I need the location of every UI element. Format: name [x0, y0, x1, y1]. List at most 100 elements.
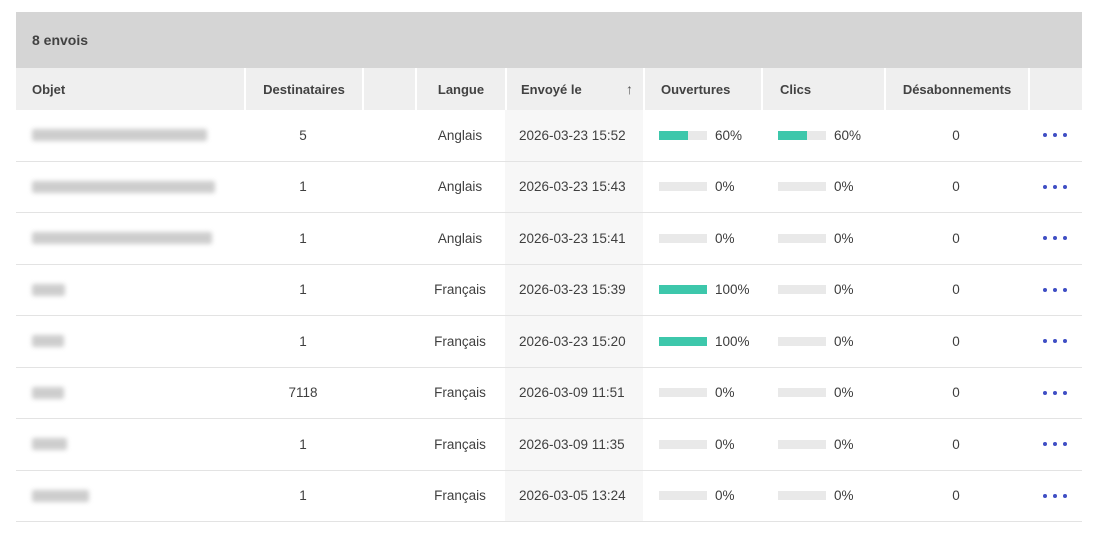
column-header-objet[interactable]: Objet: [16, 68, 244, 110]
redacted-subject-text: [32, 438, 67, 450]
more-actions-button[interactable]: [1039, 333, 1071, 349]
recipients-cell: 5: [244, 110, 362, 161]
redacted-subject-text: [32, 335, 64, 347]
ellipsis-icon: [1043, 236, 1047, 240]
ellipsis-icon: [1043, 133, 1047, 137]
table-row[interactable]: 1 Anglais 2026-03-23 15:41 0% 0% 0: [16, 213, 1082, 265]
opens-cell: 0%: [643, 368, 761, 419]
unsubscribes-cell: 0: [884, 265, 1028, 316]
opens-cell: 0%: [643, 471, 761, 522]
sent-date-cell: 2026-03-23 15:52: [505, 110, 643, 161]
spacer-cell: [362, 316, 415, 367]
recipients-cell: 1: [244, 162, 362, 213]
more-actions-button[interactable]: [1039, 385, 1071, 401]
unsubscribes-cell: 0: [884, 110, 1028, 161]
opens-progress-fill: [659, 285, 707, 294]
ellipsis-icon: [1043, 185, 1047, 189]
sent-date-cell: 2026-03-23 15:43: [505, 162, 643, 213]
clicks-percent-label: 0%: [834, 334, 854, 349]
clicks-cell: 0%: [761, 213, 884, 264]
column-header-clics[interactable]: Clics: [761, 68, 884, 110]
spacer-cell: [362, 419, 415, 470]
clicks-cell: 0%: [761, 162, 884, 213]
opens-progress-bar: [659, 440, 707, 449]
opens-percent-label: 100%: [715, 334, 750, 349]
column-header-destinataires[interactable]: Destinataires: [244, 68, 362, 110]
sendings-count-label: 8 envois: [32, 32, 88, 48]
clicks-percent-label: 0%: [834, 282, 854, 297]
panel-title-bar: 8 envois: [16, 12, 1082, 68]
clicks-cell: 0%: [761, 265, 884, 316]
opens-progress-fill: [659, 337, 707, 346]
spacer-cell: [362, 110, 415, 161]
clicks-percent-label: 0%: [834, 179, 854, 194]
actions-cell: [1028, 265, 1082, 316]
opens-cell: 0%: [643, 213, 761, 264]
opens-percent-label: 60%: [715, 128, 742, 143]
column-header-spacer: [362, 68, 415, 110]
clicks-percent-label: 0%: [834, 385, 854, 400]
sent-date-cell: 2026-03-09 11:51: [505, 368, 643, 419]
sendings-table-panel: 8 envois Objet Destinataires Langue Envo…: [16, 12, 1082, 522]
sent-date-cell: 2026-03-23 15:39: [505, 265, 643, 316]
ellipsis-icon: [1043, 339, 1047, 343]
language-cell: Anglais: [415, 162, 505, 213]
opens-cell: 60%: [643, 110, 761, 161]
table-row[interactable]: 1 Anglais 2026-03-23 15:43 0% 0% 0: [16, 162, 1082, 214]
table-row[interactable]: 7118 Français 2026-03-09 11:51 0% 0% 0: [16, 368, 1082, 420]
opens-percent-label: 0%: [715, 385, 735, 400]
table-row[interactable]: 1 Français 2026-03-23 15:39 100% 0% 0: [16, 265, 1082, 317]
more-actions-button[interactable]: [1039, 488, 1071, 504]
more-actions-button[interactable]: [1039, 436, 1071, 452]
clicks-progress-bar: [778, 388, 826, 397]
more-actions-button[interactable]: [1039, 282, 1071, 298]
subject-cell: [16, 110, 244, 161]
column-header-ouvertures[interactable]: Ouvertures: [643, 68, 761, 110]
clicks-progress-bar: [778, 285, 826, 294]
sent-date-cell: 2026-03-05 13:24: [505, 471, 643, 522]
spacer-cell: [362, 162, 415, 213]
subject-cell: [16, 316, 244, 367]
spacer-cell: [362, 265, 415, 316]
subject-cell: [16, 471, 244, 522]
clicks-progress-bar: [778, 234, 826, 243]
spacer-cell: [362, 213, 415, 264]
more-actions-button[interactable]: [1039, 179, 1071, 195]
opens-percent-label: 100%: [715, 282, 750, 297]
recipients-cell: 1: [244, 316, 362, 367]
table-row[interactable]: 1 Français 2026-03-05 13:24 0% 0% 0: [16, 471, 1082, 523]
redacted-subject-text: [32, 181, 215, 193]
redacted-subject-text: [32, 129, 207, 141]
recipients-cell: 1: [244, 471, 362, 522]
spacer-cell: [362, 368, 415, 419]
redacted-subject-text: [32, 232, 212, 244]
unsubscribes-cell: 0: [884, 316, 1028, 367]
opens-progress-bar: [659, 234, 707, 243]
unsubscribes-cell: 0: [884, 368, 1028, 419]
more-actions-button[interactable]: [1039, 127, 1071, 143]
table-body: 5 Anglais 2026-03-23 15:52 60% 60% 0 1 A…: [16, 110, 1082, 522]
column-header-envoye-le-label: Envoyé le: [521, 82, 582, 97]
table-row[interactable]: 1 Français 2026-03-09 11:35 0% 0% 0: [16, 419, 1082, 471]
clicks-progress-bar: [778, 491, 826, 500]
column-header-desabonnements[interactable]: Désabonnements: [884, 68, 1028, 110]
subject-cell: [16, 368, 244, 419]
opens-progress-fill: [659, 131, 688, 140]
sent-date-cell: 2026-03-09 11:35: [505, 419, 643, 470]
opens-percent-label: 0%: [715, 231, 735, 246]
sent-date-cell: 2026-03-23 15:41: [505, 213, 643, 264]
clicks-percent-label: 60%: [834, 128, 861, 143]
redacted-subject-text: [32, 284, 65, 296]
column-header-langue[interactable]: Langue: [415, 68, 505, 110]
clicks-progress-bar: [778, 440, 826, 449]
clicks-cell: 60%: [761, 110, 884, 161]
table-row[interactable]: 5 Anglais 2026-03-23 15:52 60% 60% 0: [16, 110, 1082, 162]
sent-date-cell: 2026-03-23 15:20: [505, 316, 643, 367]
column-header-envoye-le[interactable]: Envoyé le ↑: [505, 68, 643, 110]
table-row[interactable]: 1 Français 2026-03-23 15:20 100% 0% 0: [16, 316, 1082, 368]
unsubscribes-cell: 0: [884, 162, 1028, 213]
more-actions-button[interactable]: [1039, 230, 1071, 246]
opens-cell: 100%: [643, 265, 761, 316]
ellipsis-icon: [1043, 391, 1047, 395]
clicks-cell: 0%: [761, 471, 884, 522]
